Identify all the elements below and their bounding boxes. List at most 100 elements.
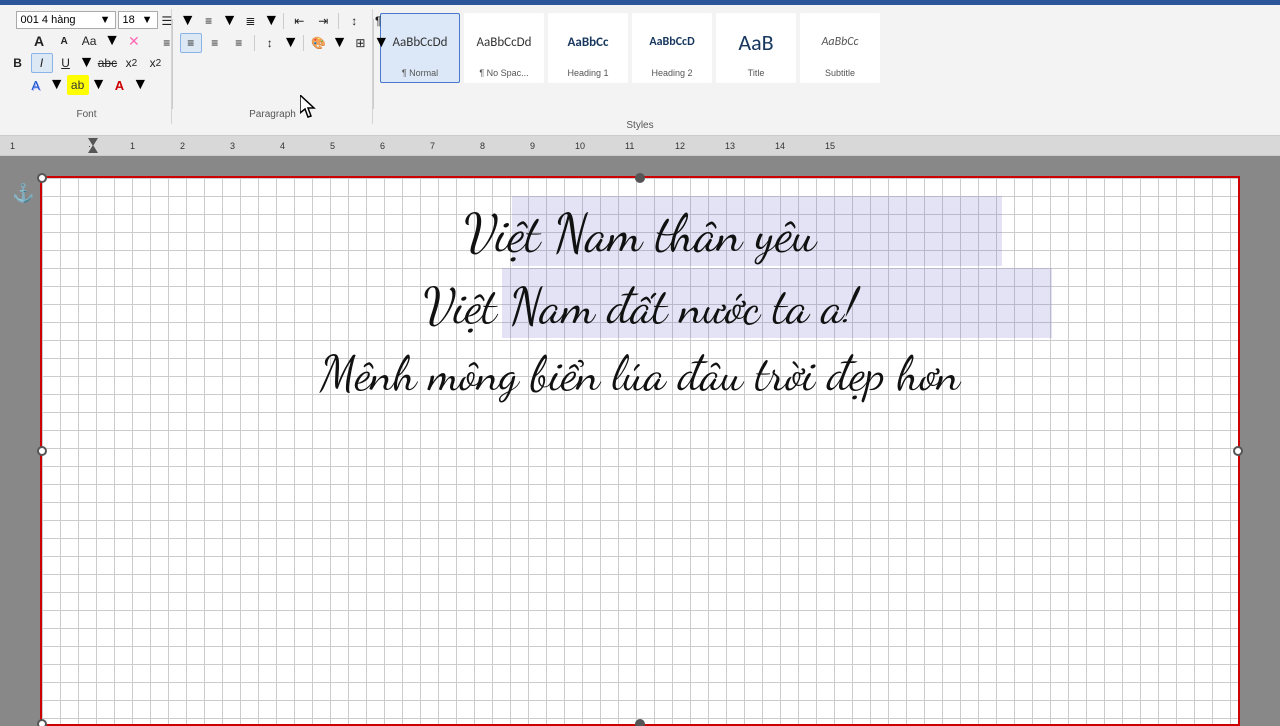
handle-right-mid[interactable] xyxy=(1233,446,1243,456)
line-spacing-btn[interactable]: ↕ xyxy=(259,33,281,53)
italic-btn[interactable]: I xyxy=(31,53,53,73)
increase-indent-btn[interactable]: ⇥ xyxy=(312,11,334,31)
para-divider1 xyxy=(283,13,284,29)
align-center-btn[interactable]: ≡ xyxy=(180,33,202,53)
ruler-label-9: 9 xyxy=(530,141,535,151)
ruler-label-5: 5 xyxy=(330,141,335,151)
size-selector[interactable]: 18 ▼ xyxy=(118,11,158,29)
numbering-btn[interactable]: ≡ xyxy=(198,11,220,31)
style-subtitle[interactable]: AaBbCc Subtitle xyxy=(800,13,880,83)
style-h1-preview: AaBbCc xyxy=(553,18,623,66)
style-normal[interactable]: AaBbCcDd ¶ Normal xyxy=(380,13,460,83)
ruler: 1 · 1 2 3 4 5 6 7 8 9 10 11 12 13 14 15 xyxy=(0,136,1280,156)
para-divider4 xyxy=(303,35,304,51)
highlight-btn[interactable]: ab xyxy=(67,75,89,95)
style-subtitle-preview: AaBbCc xyxy=(805,18,875,66)
style-h2-label: Heading 2 xyxy=(651,68,692,78)
font-dropdown-arrow: ▼ xyxy=(100,14,111,26)
highlight-arrow: ▼ xyxy=(91,76,107,94)
clear-format-btn[interactable]: ✕ xyxy=(123,31,145,51)
borders-arrow: ▼ xyxy=(373,34,389,52)
style-nospace[interactable]: AaBbCcDd ¶ No Spac... xyxy=(464,13,544,83)
para-row2: ≡ ≡ ≡ ≡ ↕ ▼ 🎨 ▼ ⊞ ▼ xyxy=(156,33,390,53)
anchor-icon[interactable]: ⚓ xyxy=(12,183,34,204)
page[interactable]: Việt Nam thân yêu Việt Nam đất nước ta a… xyxy=(40,176,1240,726)
bold-btn[interactable]: B xyxy=(7,53,29,73)
borders-btn[interactable]: ⊞ xyxy=(349,33,371,53)
ruler-label-zero: · xyxy=(88,141,91,151)
font-size: 18 xyxy=(123,14,135,26)
ruler-label-8: 8 xyxy=(480,141,485,151)
style-heading1[interactable]: AaBbCc Heading 1 xyxy=(548,13,628,83)
ruler-label-1: 1 xyxy=(10,141,15,151)
ruler-label-11: 11 xyxy=(625,141,634,151)
ruler-label-14: 14 xyxy=(775,141,785,151)
font-row3: B I U ▼ abc x2 x2 xyxy=(7,53,167,73)
decrease-indent-btn[interactable]: ⇤ xyxy=(288,11,310,31)
case-arrow: ▼ xyxy=(104,32,120,50)
ruler-content: 1 · 1 2 3 4 5 6 7 8 9 10 11 12 13 14 15 xyxy=(0,136,1280,155)
handle-left-mid[interactable] xyxy=(37,446,47,456)
multilevel-btn[interactable]: ≣ xyxy=(239,11,261,31)
decrease-font-btn[interactable]: A xyxy=(53,31,75,51)
doc-area: Việt Nam thân yêu Việt Nam đất nước ta a… xyxy=(0,156,1280,726)
style-title-label: Title xyxy=(748,68,765,78)
numbering-arrow: ▼ xyxy=(222,12,238,30)
ruler-label-6: 6 xyxy=(380,141,385,151)
para-row1: ☰ ▼ ≡ ▼ ≣ ▼ ⇤ ⇥ ↕ ¶ xyxy=(156,11,390,31)
ruler-label-7: 7 xyxy=(430,141,435,151)
style-title-preview: AaB xyxy=(721,18,791,66)
ruler-label-2: 2 xyxy=(180,141,185,151)
increase-font-btn[interactable]: A xyxy=(28,31,50,51)
bullets-btn[interactable]: ☰ xyxy=(156,11,178,31)
align-left-btn[interactable]: ≡ xyxy=(156,33,178,53)
align-right-btn[interactable]: ≡ xyxy=(204,33,226,53)
text-effects-arrow: ▼ xyxy=(49,76,65,94)
ruler-label-1b: 1 xyxy=(130,141,135,151)
shading-arrow: ▼ xyxy=(332,34,348,52)
style-h1-label: Heading 1 xyxy=(567,68,608,78)
size-dropdown-arrow: ▼ xyxy=(142,14,153,26)
page-content[interactable]: Việt Nam thân yêu Việt Nam đất nước ta a… xyxy=(42,198,1238,408)
subscript-btn[interactable]: x2 xyxy=(120,53,142,73)
handle-bottom-mid[interactable] xyxy=(635,719,645,726)
style-subtitle-label: Subtitle xyxy=(825,68,855,78)
style-normal-preview: AaBbCcDd xyxy=(385,18,455,66)
bullets-arrow: ▼ xyxy=(180,12,196,30)
ruler-label-15: 15 xyxy=(825,141,835,151)
multilevel-arrow: ▼ xyxy=(263,12,279,30)
justify-btn[interactable]: ≡ xyxy=(228,33,250,53)
paragraph-group: ☰ ▼ ≡ ▼ ≣ ▼ ⇤ ⇥ ↕ ¶ ≡ ≡ ≡ ≡ ↕ ▼ xyxy=(173,9,373,124)
handle-top-left[interactable] xyxy=(37,173,47,183)
show-marks-btn[interactable]: ¶ xyxy=(367,11,389,31)
handle-top-mid[interactable] xyxy=(635,173,645,183)
ruler-label-3: 3 xyxy=(230,141,235,151)
font-color-arrow: ▼ xyxy=(132,76,148,94)
sort-btn[interactable]: ↕ xyxy=(343,11,365,31)
font-row4: A ▼ ab ▼ A ▼ xyxy=(25,75,149,95)
ruler-label-12: 12 xyxy=(675,141,685,151)
ruler-label-13: 13 xyxy=(725,141,735,151)
change-case-btn[interactable]: Aa xyxy=(78,31,100,51)
superscript-btn[interactable]: x2 xyxy=(144,53,166,73)
font-name: 001 4 hàng xyxy=(21,14,76,26)
ruler-label-4: 4 xyxy=(280,141,285,151)
style-normal-label: ¶ Normal xyxy=(402,68,438,78)
text-effects-btn[interactable]: A xyxy=(25,75,47,95)
poem-line-2: Việt Nam đất nước ta a! xyxy=(42,271,1238,341)
style-h2-preview: AaBbCcD xyxy=(637,18,707,66)
shading-btn[interactable]: 🎨 xyxy=(308,33,330,53)
para-divider3 xyxy=(254,35,255,51)
font-row1: 001 4 hàng ▼ 18 ▼ xyxy=(16,11,158,29)
style-heading2[interactable]: AaBbCcD Heading 2 xyxy=(632,13,712,83)
line-spacing-arrow: ▼ xyxy=(283,34,299,52)
handle-bottom-left[interactable] xyxy=(37,719,47,726)
ribbon: 001 4 hàng ▼ 18 ▼ A A Aa ▼ ✕ B I xyxy=(0,5,1280,136)
font-selector[interactable]: 001 4 hàng ▼ xyxy=(16,11,116,29)
poem-line-1: Việt Nam thân yêu xyxy=(42,198,1238,271)
style-nospace-preview: AaBbCcDd xyxy=(469,18,539,66)
style-title[interactable]: AaB Title xyxy=(716,13,796,83)
strikethrough-btn[interactable]: abc xyxy=(96,53,118,73)
font-color-btn[interactable]: A xyxy=(108,75,130,95)
underline-btn[interactable]: U xyxy=(55,53,77,73)
